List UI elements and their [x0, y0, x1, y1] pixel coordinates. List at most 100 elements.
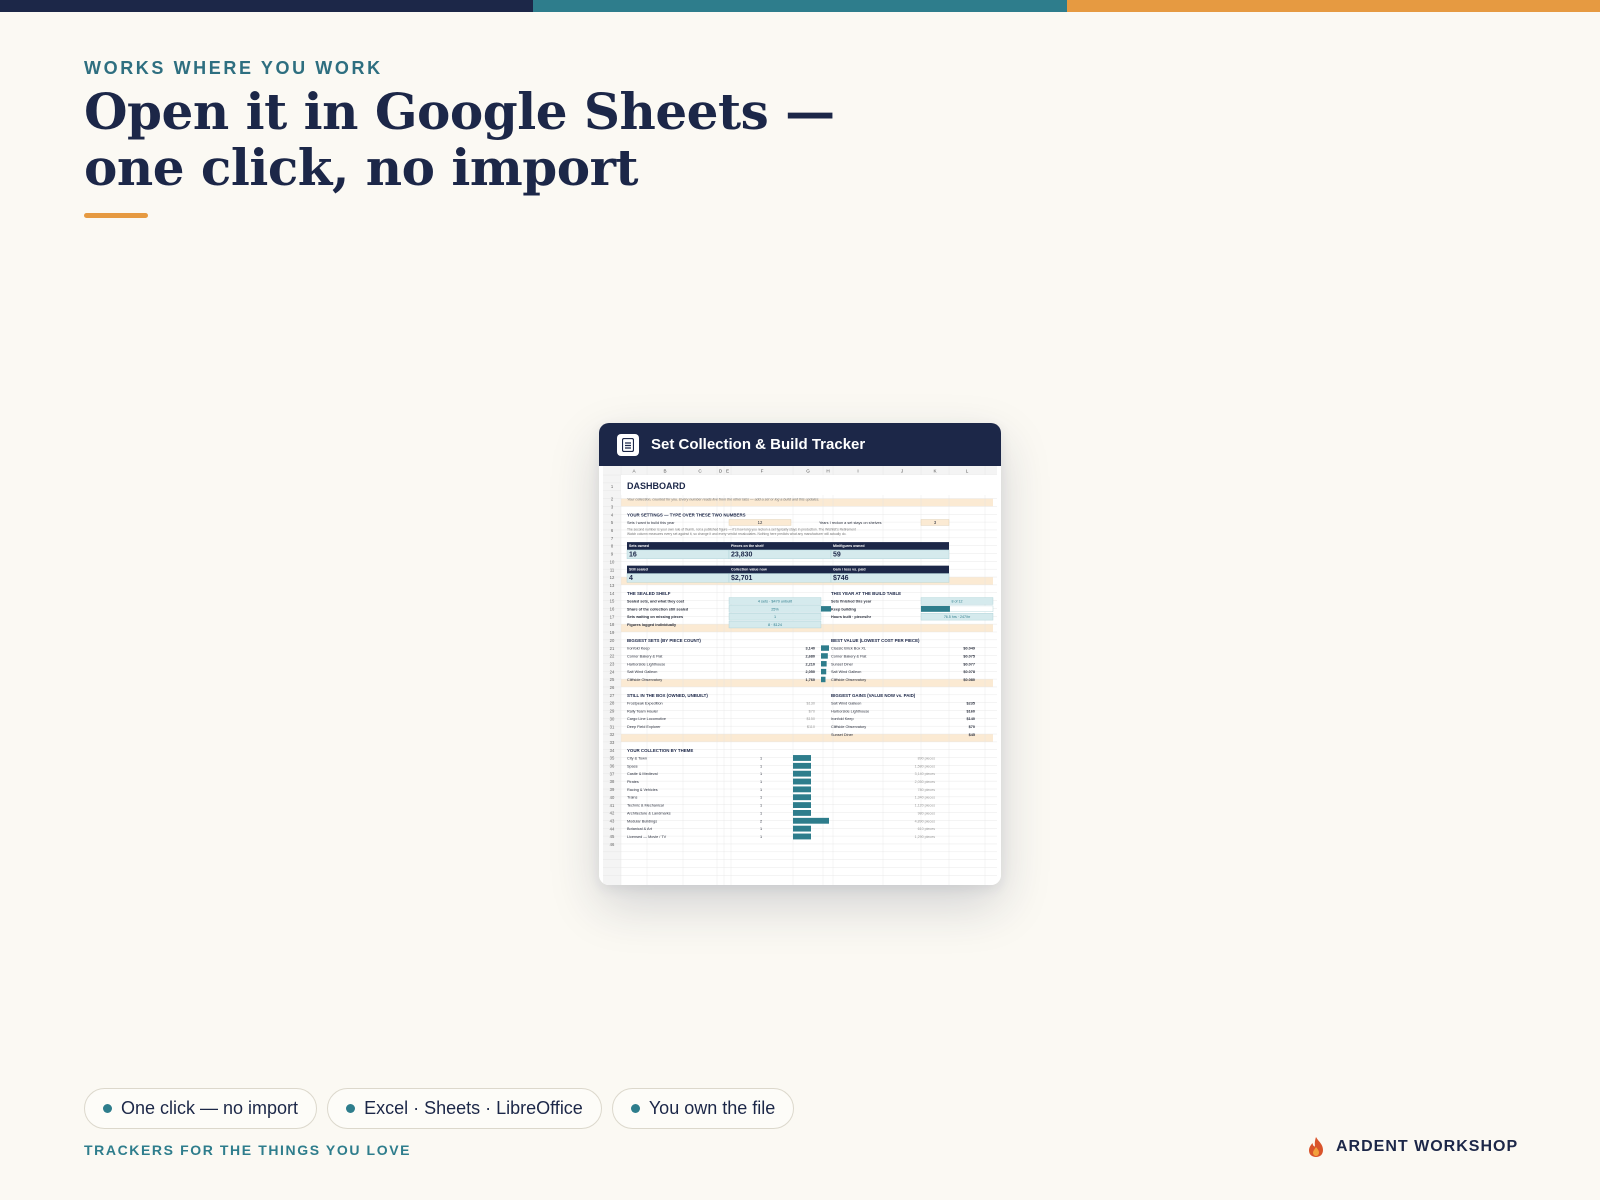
bullet-dot [346, 1104, 356, 1113]
row-number-35: 35 [610, 756, 615, 761]
theme-name: Technic & Mechanical [627, 804, 664, 808]
spreadsheet-preview-card[interactable]: Set Collection & Build Tracker ABCDEFGHI… [599, 423, 1001, 885]
biggest-value: 3,140 [805, 647, 815, 651]
row-number-11: 11 [610, 567, 615, 572]
theme-pieces: 780 pieces [918, 788, 936, 792]
inbox-value: $110 [807, 725, 815, 729]
bestvalue-name: Sunset Diner [831, 662, 854, 666]
sealed-label: Figures logged individually [627, 623, 677, 627]
row-number-20: 20 [610, 638, 615, 643]
column-header-G: G [806, 469, 810, 474]
settings-note-line-1: The second number is your own rule of th… [627, 528, 856, 532]
bestvalue-name: Salt Wind Galleon [831, 670, 861, 674]
theme-name: Racing & Vehicles [627, 788, 658, 792]
top-color-bar [0, 0, 1600, 12]
row-number-23: 23 [610, 661, 615, 666]
build-value: 8 of 12 [952, 599, 963, 603]
pill-label: Excel · Sheets · LibreOffice [364, 1098, 583, 1118]
feature-pills: One click — no import Excel · Sheets · L… [84, 1088, 795, 1129]
row-number-13: 13 [610, 583, 615, 588]
biggest-name: Ironfold Keep [627, 647, 650, 651]
kpi-value-fill [830, 549, 950, 559]
kpi-row2-value: $746 [833, 575, 849, 582]
build-label: Keep building [831, 607, 857, 611]
theme-count: 1 [760, 764, 762, 768]
row-number-46: 46 [610, 842, 615, 847]
feature-pill-one-click: One click — no import [84, 1088, 318, 1129]
row-number-30: 30 [610, 716, 615, 721]
intro-text: Your collection, counted for you. Every … [627, 498, 819, 502]
bestvalue-value: $0.075 [963, 654, 975, 658]
theme-bar [793, 825, 811, 832]
inbox-value: $150 [807, 717, 815, 721]
row-number-29: 29 [610, 709, 615, 714]
biggest-value: 2,680 [805, 654, 815, 658]
inbox-value: $70 [809, 709, 815, 713]
kpi-row2-label: Gain / loss vs. paid [833, 568, 866, 572]
theme-count: 1 [760, 772, 762, 776]
settings-note-line-2: Watch column measures every set against … [627, 532, 846, 536]
row-number-45: 45 [610, 834, 615, 839]
theme-name: Space [627, 764, 638, 768]
theme-name: Botanical & Art [627, 827, 653, 831]
theme-name: Pirates [627, 780, 639, 784]
theme-bar [793, 802, 811, 808]
biggest-value: 2,050 [805, 670, 815, 674]
theme-pieces: 3,140 pieces [915, 772, 936, 776]
sealed-value: 1 [774, 615, 776, 619]
biggest-bar [821, 645, 829, 651]
brand-logo: ARDENT WORKSHOP [1306, 1136, 1518, 1158]
theme-pieces: 4,890 pieces [915, 819, 936, 823]
biggest-header: BIGGEST SETS (BY PIECE COUNT) [627, 638, 701, 643]
row-number-34: 34 [610, 748, 615, 753]
theme-name: Modular Buildings [627, 819, 657, 823]
row-number-41: 41 [610, 803, 615, 808]
column-header-L: L [966, 469, 969, 474]
theme-bar [793, 810, 811, 816]
pill-label: One click — no import [121, 1098, 299, 1118]
flame-icon [1309, 1137, 1323, 1157]
row-number-27: 27 [610, 693, 615, 698]
sealed-value: 8 · $124 [768, 623, 782, 627]
row-number-26: 26 [610, 685, 615, 690]
row-number-43: 43 [610, 818, 615, 823]
gains-name: Cliffside Observatory [831, 725, 866, 729]
sealed-value: 4 sets · $470 unbuilt [758, 599, 793, 603]
theme-name: Trains [627, 796, 638, 800]
theme-name: City & Town [627, 756, 647, 760]
kpi-row2-value: 4 [629, 575, 633, 582]
spreadsheet-svg: A B C D E F G H I J K LDASHBOARD1234567891011121314… [599, 466, 1001, 885]
row-number-17: 17 [610, 614, 615, 619]
bullet-dot [103, 1104, 112, 1113]
theme-pieces: 1,290 pieces [915, 835, 936, 839]
kpi-label: Minifigures owned [833, 544, 865, 548]
inbox-name: Rally Team Hauler [627, 709, 659, 713]
sealed-header: THE SEALED SHELF [627, 591, 671, 596]
theme-count: 1 [760, 780, 762, 784]
row-number-28: 28 [610, 701, 615, 706]
column-header-J: J [901, 469, 903, 474]
kpi-label: Sets owned [629, 544, 649, 548]
feature-pill-apps: Excel · Sheets · LibreOffice [327, 1088, 602, 1129]
theme-pieces: 1,340 pieces [915, 796, 936, 800]
kpi-value: 16 [629, 552, 637, 559]
theme-pieces: 890 pieces [918, 756, 936, 760]
build-label: Sets finished this year [831, 599, 872, 603]
theme-bar [793, 778, 811, 785]
theme-name: Licensed — Movie / TV [627, 835, 667, 839]
theme-pieces: 610 pieces [918, 827, 936, 831]
theme-count: 1 [760, 827, 762, 831]
row-number-40: 40 [610, 795, 615, 800]
build-value: 76.5 hrs · 247/hr [944, 615, 971, 619]
title-line-2: one click, no import [84, 138, 639, 197]
kpi-row2-label: Collection value now [731, 568, 767, 572]
row-number-22: 22 [610, 654, 615, 659]
preview-title: Set Collection & Build Tracker [651, 436, 866, 453]
theme-count: 1 [760, 804, 762, 808]
biggest-name: Cliffside Observatory [627, 678, 662, 682]
row-number-44: 44 [610, 826, 615, 831]
theme-count: 1 [760, 788, 762, 792]
biggest-bar [821, 676, 826, 683]
row-number-25: 25 [610, 677, 615, 682]
title-line-1: Open it in Google Sheets — [84, 82, 835, 141]
